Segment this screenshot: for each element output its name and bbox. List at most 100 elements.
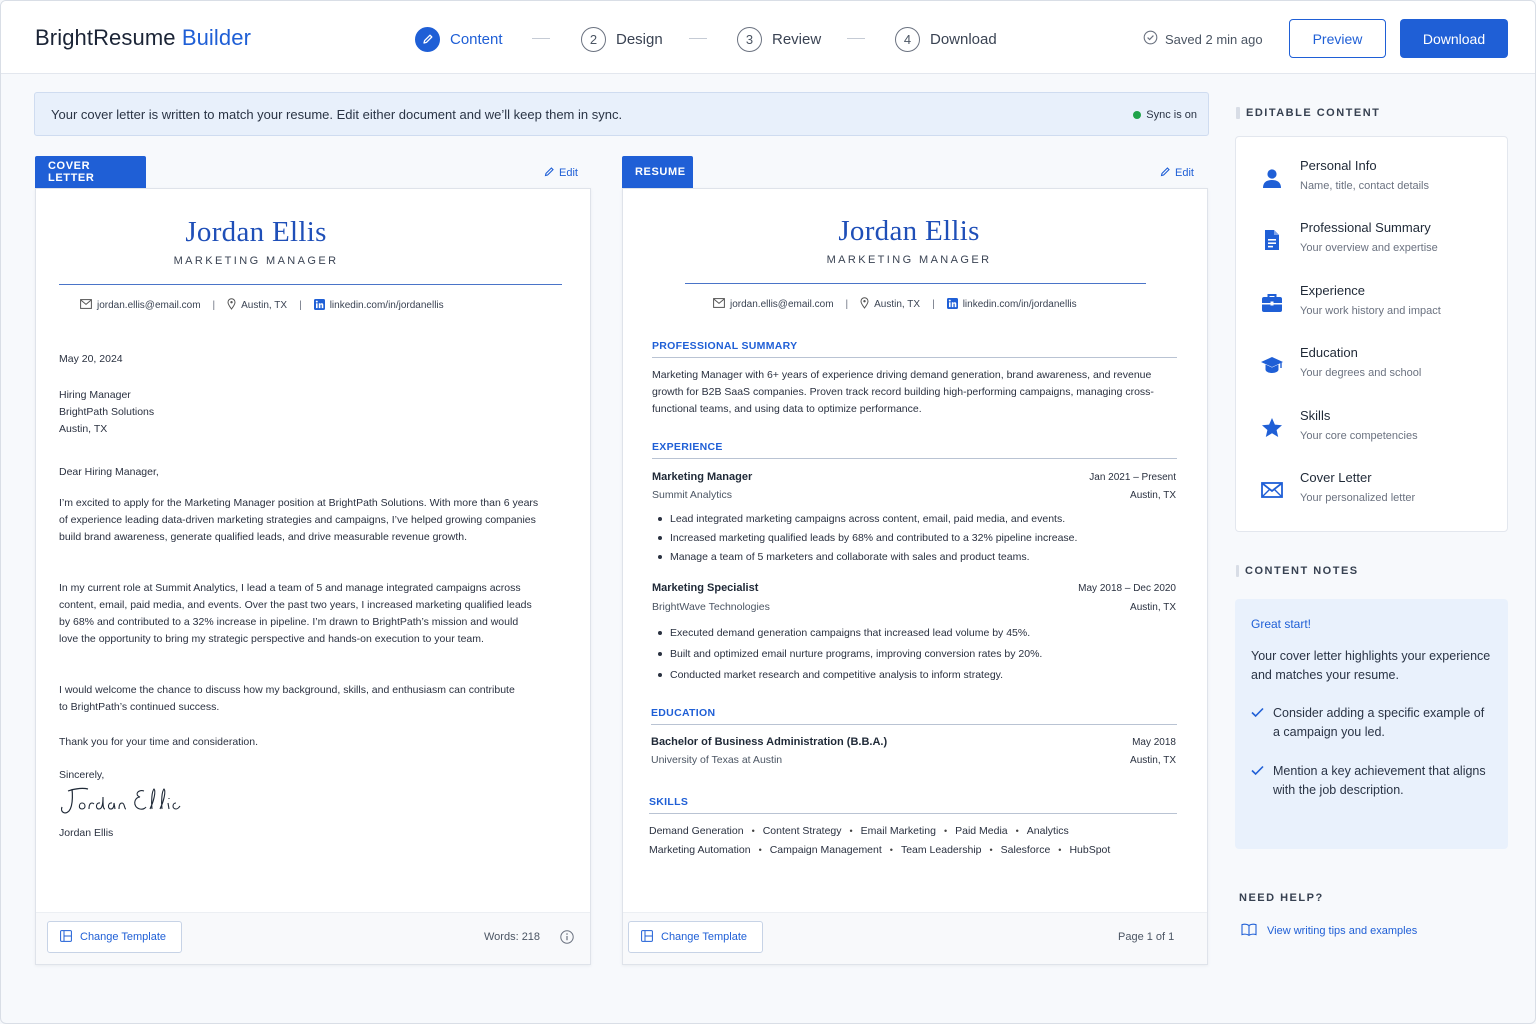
recipient-company: BrightPath Solutions <box>59 406 155 418</box>
step-content[interactable]: Content <box>415 25 503 53</box>
book-icon <box>1241 923 1257 939</box>
job-location: Austin, TX <box>1130 490 1176 501</box>
change-template-label: Change Template <box>661 931 748 943</box>
template-icon <box>60 929 72 945</box>
notes-check-text: Mention a key achievement that aligns wi… <box>1273 764 1486 797</box>
letter-paragraph: I would welcome the chance to discuss ho… <box>59 684 515 713</box>
cover-letter-name: Jordan Ellis <box>185 216 327 248</box>
job-bullet: Manage a team of 5 marketers and collabo… <box>652 549 1172 568</box>
sync-banner-message: Your cover letter is written to match yo… <box>51 107 623 122</box>
content-item-subtitle: Your personalized letter <box>1300 492 1416 504</box>
page-indicator: Page 1 of 1 <box>1118 931 1175 943</box>
download-button[interactable]: Download <box>1400 19 1508 58</box>
content-item-experience[interactable]: Experience Your work history and impact <box>1236 283 1507 335</box>
sync-dot-icon <box>1133 111 1142 119</box>
contact-email[interactable]: jordan.ellis@email.com <box>730 299 834 310</box>
section-divider <box>649 813 1177 814</box>
app-logo[interactable]: BrightResume Builder <box>35 25 251 51</box>
need-help-heading: NEED HELP? <box>1239 892 1324 904</box>
job-dates: May 2018 – Dec 2020 <box>1078 583 1176 594</box>
section-divider <box>652 458 1177 459</box>
tab-cover-letter[interactable]: COVER LETTER <box>35 156 146 188</box>
content-item-cover-letter[interactable]: Cover Letter Your personalized letter <box>1236 470 1507 522</box>
job-bullet: Increased marketing qualified leads by 6… <box>652 530 1172 549</box>
content-item-skills[interactable]: Skills Your core competencies <box>1236 408 1507 460</box>
content-item-personal-info[interactable]: Personal Info Name, title, contact detai… <box>1236 158 1507 210</box>
checkmark-icon <box>1251 765 1264 776</box>
cover-letter-footer: Change Template Words: 218 <box>36 912 590 964</box>
job-bullet: Executed demand generation campaigns tha… <box>652 625 1172 646</box>
job-bullet: Conducted market research and competitiv… <box>652 667 1172 688</box>
signature-image <box>58 783 218 819</box>
job-dates: Jan 2021 – Present <box>1089 472 1176 483</box>
content-item-education[interactable]: Education Your degrees and school <box>1236 345 1507 397</box>
notes-text: Your cover letter highlights your experi… <box>1251 649 1491 682</box>
content-item-title: Cover Letter <box>1300 470 1372 485</box>
contact-linkedin[interactable]: linkedin.com/in/jordanellis <box>963 299 1077 310</box>
content-item-title: Personal Info <box>1300 158 1377 173</box>
education-heading: EDUCATION <box>651 707 716 719</box>
contact-email[interactable]: jordan.ellis@email.com <box>97 300 201 311</box>
step-download[interactable]: 4 Download <box>895 25 997 53</box>
heading-marker <box>1236 107 1240 119</box>
content-item-subtitle: Your overview and expertise <box>1300 242 1438 254</box>
tab-resume[interactable]: RESUME <box>622 156 693 188</box>
job-bullet: Lead integrated marketing campaigns acro… <box>652 511 1172 530</box>
skills-heading: SKILLS <box>649 796 689 808</box>
linkedin-icon <box>946 297 958 312</box>
resume-title: MARKETING MANAGER <box>826 254 992 266</box>
person-icon <box>1260 166 1284 190</box>
skill-item: Analytics <box>1026 825 1069 837</box>
resume-document[interactable]: Jordan Ellis MARKETING MANAGER jordan.el… <box>622 188 1208 965</box>
content-notes-heading-text: CONTENT NOTES <box>1245 565 1359 577</box>
step-label: Design <box>616 30 663 48</box>
contact-location: Austin, TX <box>241 300 288 311</box>
skill-item: Team Leadership <box>900 844 982 856</box>
section-divider <box>651 724 1177 725</box>
resume-edit-link[interactable]: Edit <box>1160 166 1194 180</box>
content-notes-panel: Great start! Your cover letter highlight… <box>1235 599 1508 849</box>
content-item-title: Professional Summary <box>1300 220 1431 235</box>
sync-status[interactable]: Sync is on <box>1133 109 1197 121</box>
step-number: 4 <box>895 26 920 52</box>
checkmark-icon <box>1251 707 1264 718</box>
content-item-title: Experience <box>1300 283 1366 298</box>
step-review[interactable]: 3 Review <box>737 25 821 53</box>
pencil-icon <box>1160 166 1171 180</box>
preview-button[interactable]: Preview <box>1289 19 1386 58</box>
pencil-icon <box>415 26 440 52</box>
heading-marker <box>1236 565 1239 577</box>
email-icon <box>713 298 725 311</box>
job-company: BrightWave Technologies <box>652 601 770 613</box>
email-icon <box>80 299 92 312</box>
info-icon[interactable] <box>560 930 574 949</box>
brand-name: BrightResume <box>35 25 176 50</box>
job-title: Marketing Manager <box>652 471 753 483</box>
signed-name: Jordan Ellis <box>59 827 114 839</box>
pencil-icon <box>544 166 555 180</box>
content-item-subtitle: Your work history and impact <box>1300 305 1441 317</box>
cover-letter-edit-link[interactable]: Edit <box>544 166 578 180</box>
writing-tips-link[interactable]: View writing tips and examples <box>1241 923 1417 939</box>
app-window: BrightResume Builder Content 2 Design 3 … <box>0 0 1536 1024</box>
step-label: Content <box>450 30 503 48</box>
contact-location: Austin, TX <box>874 299 921 310</box>
education-school: University of Texas at Austin <box>651 754 783 766</box>
education-degree: Bachelor of Business Administration (B.B… <box>651 736 888 748</box>
summary-text: Marketing Manager with 6+ years of exper… <box>652 369 1154 415</box>
top-bar: BrightResume Builder Content 2 Design 3 … <box>1 1 1535 74</box>
step-separator <box>689 38 707 39</box>
location-pin-icon <box>227 298 236 313</box>
edit-label: Edit <box>1175 167 1194 179</box>
content-item-professional-summary[interactable]: Professional Summary Your overview and e… <box>1236 220 1507 272</box>
change-template-button[interactable]: Change Template <box>47 921 183 953</box>
word-count: Words: 218 <box>484 931 541 943</box>
contact-linkedin[interactable]: linkedin.com/in/jordanellis <box>330 300 444 311</box>
change-template-button[interactable]: Change Template <box>628 921 764 953</box>
star-icon <box>1260 416 1284 440</box>
step-design[interactable]: 2 Design <box>581 25 663 53</box>
skills-row: Demand Generation • Content Strategy • Ema… <box>649 825 1069 837</box>
step-label: Review <box>772 30 822 48</box>
job-company: Summit Analytics <box>652 489 732 501</box>
cover-letter-document[interactable]: Jordan Ellis MARKETING MANAGER jordan.el… <box>35 188 591 965</box>
